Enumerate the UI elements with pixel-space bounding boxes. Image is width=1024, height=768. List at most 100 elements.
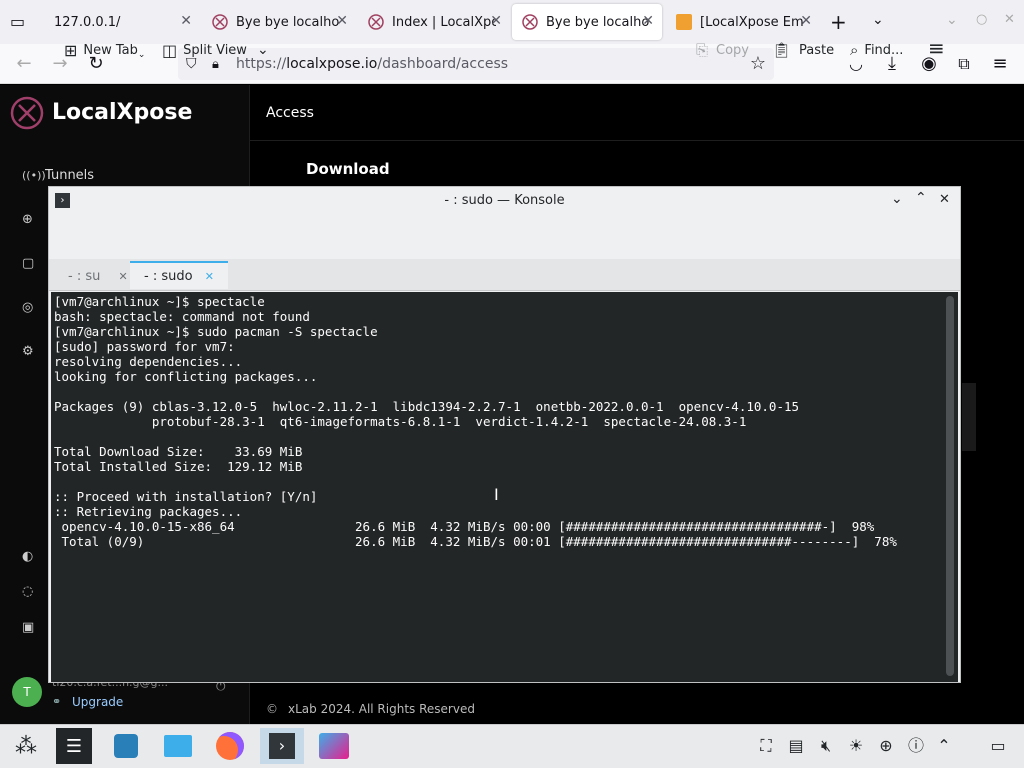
fingerprint-icon[interactable]: ◎	[22, 300, 33, 315]
shopping-bag-icon	[114, 734, 138, 758]
copy-button[interactable]: ⎘ Copy	[696, 38, 749, 62]
find-button[interactable]: ⌕ Find...	[850, 38, 903, 62]
terminal-line: [sudo] password for vm7:	[54, 339, 235, 354]
tab-title: 127.0.0.1/	[54, 14, 121, 30]
localxpose-logo-icon	[10, 96, 44, 130]
terminal-line: :: Proceed with installation? [Y/n]	[54, 489, 318, 504]
localxpose-favicon-icon	[212, 14, 228, 30]
terminal-line: Packages (9) cblas-3.12.0-5 hwloc-2.11.2…	[54, 399, 800, 414]
find-label: Find...	[864, 42, 904, 58]
terminal-line: [vm7@archlinux ~]$ spectacle	[54, 294, 265, 309]
user-avatar[interactable]: T	[12, 677, 42, 707]
close-tab-icon[interactable]: ✕	[180, 13, 192, 29]
browser-tab-3[interactable]: Index | LocalXpose ✕	[358, 4, 510, 40]
show-desktop-icon[interactable]: ▭	[988, 736, 1008, 756]
hamburger-menu-icon[interactable]: ≡	[928, 36, 945, 60]
minimize-window-icon[interactable]: ⌄	[946, 12, 958, 28]
window-close-icon[interactable]: ✕	[939, 192, 950, 207]
upgrade-link[interactable]: Upgrade	[72, 695, 123, 709]
discover-button[interactable]	[108, 728, 144, 764]
tab-title: Bye bye localhost	[236, 14, 340, 30]
close-tab-icon[interactable]: ✕	[490, 13, 502, 29]
terminal-line: looking for conflicting packages...	[54, 369, 318, 384]
split-view-button[interactable]: ◫ Split View ⌄	[162, 38, 269, 62]
new-tab-label: New Tab	[83, 42, 138, 58]
network-share-icon[interactable]: ⛶	[756, 736, 776, 756]
browser-tab-1[interactable]: 127.0.0.1/ ✕	[44, 4, 200, 40]
avatar-initial: T	[23, 685, 31, 699]
network-globe-icon[interactable]: ⊕	[876, 736, 896, 756]
konsole-tab-su[interactable]: - : su ✕	[54, 263, 142, 291]
page-header-title: Access	[266, 105, 314, 121]
tray-expand-chevron-icon[interactable]: ⌃	[934, 736, 954, 756]
new-tab-button[interactable]: ⊞ New Tab ⌄	[64, 38, 145, 62]
terminal-line: [vm7@archlinux ~]$ sudo pacman -S specta…	[54, 324, 378, 339]
close-window-icon[interactable]: ✕	[1004, 12, 1015, 27]
tab-title: [LocalXpose Em	[700, 14, 804, 30]
close-tab-icon[interactable]: ✕	[336, 13, 348, 29]
close-tab-icon[interactable]: ✕	[205, 270, 214, 283]
globe-icon[interactable]: ⊕	[22, 212, 33, 227]
brightness-icon[interactable]: ☀	[846, 736, 866, 756]
close-tab-icon[interactable]: ✕	[119, 270, 128, 283]
box-icon[interactable]: ▢	[22, 256, 34, 271]
system-settings-button[interactable]: ☰	[56, 728, 92, 764]
content-card-edge	[962, 383, 976, 451]
terminal-line: opencv-4.10.0-15-x86_64 26.6 MiB 4.32 Mi…	[54, 519, 875, 534]
sidebar-item-tunnels[interactable]: Tunnels	[45, 168, 94, 183]
file-manager-button[interactable]	[160, 728, 196, 764]
back-arrow-icon[interactable]: ←	[12, 52, 36, 76]
window-minimize-icon[interactable]: ⌄	[891, 191, 903, 207]
konsole-titlebar[interactable]: - : sudo — Konsole	[49, 187, 960, 215]
folder-icon	[164, 735, 192, 757]
browser-tab-4-active[interactable]: Bye bye localhost ✕	[512, 4, 662, 40]
new-tab-icon[interactable]: +	[830, 10, 847, 34]
terminal-line: bash: spectacle: command not found	[54, 309, 310, 324]
app-launcher-button[interactable]: ⁂	[8, 728, 44, 764]
download-heading: Download	[306, 160, 390, 178]
browser-tab-5[interactable]: [LocalXpose Em ✕	[666, 4, 820, 40]
firefox-icon	[216, 732, 244, 760]
bookmark-star-icon[interactable]: ☆	[750, 53, 766, 74]
copy-icon: ⎘	[696, 41, 709, 59]
support-icon[interactable]: ◌	[22, 584, 33, 599]
window-maximize-icon[interactable]: ⌃	[915, 190, 927, 206]
docs-icon[interactable]: ▣	[22, 620, 34, 635]
close-tab-icon[interactable]: ✕	[800, 13, 812, 29]
paste-button[interactable]: 📋︎ Paste	[772, 38, 834, 62]
taskbar	[0, 724, 1024, 768]
settings-sliders-icon: ☰	[65, 735, 83, 757]
terminal-area[interactable]: [vm7@archlinux ~]$ spectacle bash: specta…	[51, 292, 958, 682]
copyright-icon: ©	[266, 702, 278, 716]
menu-hamburger-icon[interactable]: ≡	[988, 52, 1012, 76]
spectacle-icon	[319, 733, 349, 759]
screenshot-app-button[interactable]	[316, 728, 352, 764]
clipboard-icon[interactable]: ▤	[786, 736, 806, 756]
terminal-scrollbar[interactable]	[946, 296, 954, 676]
close-tab-icon[interactable]: ✕	[642, 13, 654, 29]
gear-icon[interactable]: ⚙	[22, 344, 34, 359]
volume-muted-icon[interactable]: 🔇︎	[816, 736, 836, 756]
terminal-line: :: Retrieving packages...	[54, 504, 243, 519]
extensions-icon[interactable]: ⧉	[952, 52, 976, 76]
firefox-button[interactable]	[212, 728, 248, 764]
paste-label: Paste	[799, 42, 835, 58]
tab-list-icon[interactable]: ▭	[10, 12, 25, 31]
copy-label: Copy	[716, 42, 749, 58]
updates-icon[interactable]: ⓘ	[906, 736, 926, 756]
terminal-line: resolving dependencies...	[54, 354, 243, 369]
paste-icon: 📋︎	[772, 41, 792, 59]
maximize-window-icon[interactable]: ○	[976, 12, 987, 27]
tab-overflow-chevron-icon[interactable]: ⌄	[872, 12, 884, 28]
discord-icon[interactable]: ◐	[22, 549, 33, 564]
browser-tab-2[interactable]: Bye bye localhost ✕	[202, 4, 356, 40]
konsole-tab-sudo[interactable]: - : sudo ✕	[130, 261, 228, 289]
konsole-taskbar-button[interactable]: ›	[260, 728, 304, 764]
terminal-icon: ›	[269, 733, 295, 759]
tab-label: - : su	[68, 269, 101, 284]
terminal-line: Total Download Size: 33.69 MiB	[54, 444, 303, 459]
header-divider	[250, 140, 1024, 141]
text-cursor-icon: Ⅰ	[494, 485, 499, 504]
